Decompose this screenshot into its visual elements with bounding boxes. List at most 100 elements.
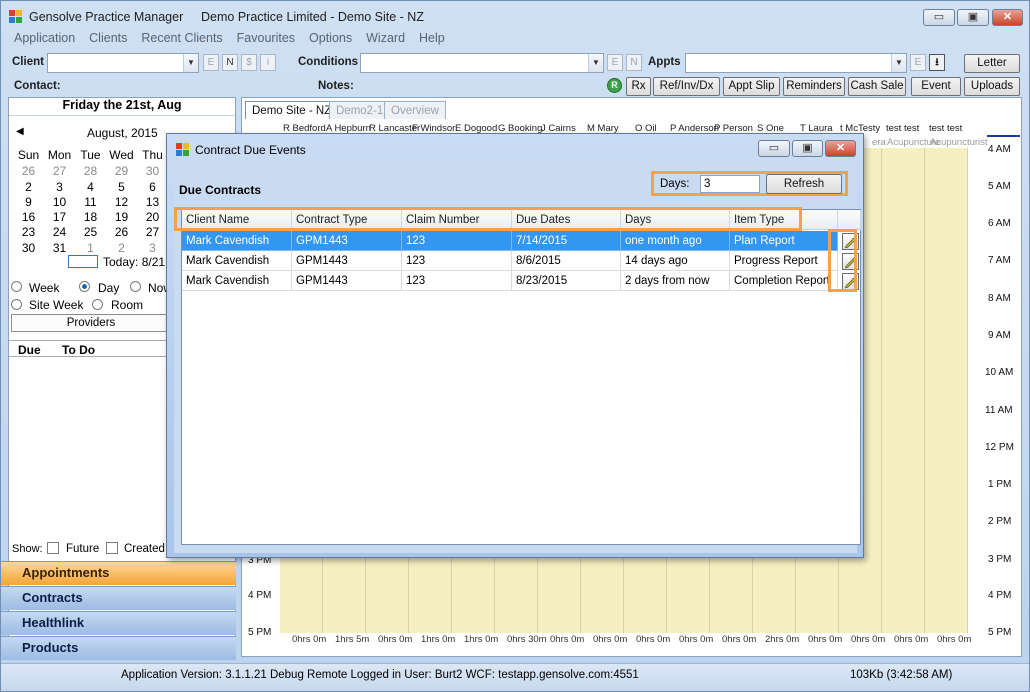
menu-wizard[interactable]: Wizard [359,31,412,47]
tab-demo-site-nz[interactable]: Demo Site - NZ [245,101,339,119]
calendar-day[interactable]: 1 [75,241,106,256]
client-e-button[interactable]: E [203,54,219,71]
menu-recent-clients[interactable]: Recent Clients [134,31,229,47]
menu-help[interactable]: Help [412,31,452,47]
calendar-day[interactable]: 2 [106,241,137,256]
close-button[interactable]: ✕ [992,9,1023,26]
rx-button[interactable]: Rx [626,77,651,96]
calendar-day[interactable]: 27 [137,225,168,240]
chevron-down-icon[interactable]: ▼ [183,54,198,72]
conditions-e-button[interactable]: E [607,54,623,71]
column-contract-type[interactable]: Contract Type [292,210,402,230]
client-n-button[interactable]: N [222,54,238,71]
radio-now[interactable] [130,281,141,292]
calendar-day[interactable]: 6 [137,180,168,195]
column-client-name[interactable]: Client Name [182,210,292,230]
table-row[interactable]: Mark Cavendish GPM1443 123 7/14/2015 one… [182,231,838,251]
nav-products[interactable]: Products [1,636,236,660]
column-due-dates[interactable]: Due Dates [512,210,621,230]
calendar-day[interactable]: 30 [137,164,168,179]
provider-header[interactable]: test test [929,123,962,134]
cash-sale-button[interactable]: Cash Sale [848,77,906,96]
calendar-day[interactable]: 24 [44,225,75,240]
calendar-day[interactable]: 12 [106,195,137,210]
calendar-day[interactable]: 17 [44,210,75,225]
prev-month-icon[interactable]: ◀ [16,126,24,137]
calendar-day[interactable]: 13 [137,195,168,210]
calendar-day[interactable]: 10 [44,195,75,210]
dialog-restore-button[interactable]: ▣ [792,140,823,157]
created-checkbox[interactable] [106,542,118,554]
chevron-down-icon[interactable]: ▼ [588,54,603,72]
conditions-combo[interactable]: ▼ [360,53,604,73]
calendar-day[interactable]: 26 [106,225,137,240]
restore-button[interactable]: ▣ [957,9,989,26]
download-icon[interactable]: ⭳ [929,54,945,71]
appts-combo[interactable]: ▼ [685,53,907,73]
column-days[interactable]: Days [621,210,730,230]
todo-column-header[interactable]: To Do [62,343,95,357]
appts-e-button[interactable]: E [910,54,926,71]
nav-healthlink[interactable]: Healthlink [1,611,236,635]
providers-button[interactable]: Providers [11,314,171,332]
appt-slip-button[interactable]: Appt Slip [723,77,780,96]
radio-room[interactable] [92,299,103,310]
calendar-day[interactable]: 5 [106,180,137,195]
calendar-day[interactable]: 16 [13,210,44,225]
calendar-day[interactable]: 11 [75,195,106,210]
today-link[interactable]: Today: 8/21 [103,255,165,269]
calendar-day[interactable]: 27 [44,164,75,179]
days-input[interactable] [700,175,760,193]
table-row[interactable]: Mark Cavendish GPM1443 123 8/23/2015 2 d… [182,271,838,291]
chevron-down-icon[interactable]: ▼ [891,54,906,72]
uploads-button[interactable]: Uploads [964,77,1020,96]
calendar-day[interactable]: 9 [13,195,44,210]
conditions-n-button[interactable]: N [626,54,642,71]
radio-week[interactable] [11,281,22,292]
client-info-button[interactable]: i [260,54,276,71]
reminders-button[interactable]: Reminders [783,77,845,96]
calendar-day[interactable]: 20 [137,210,168,225]
provider-header[interactable]: test test [886,123,919,134]
tab-overview[interactable]: Overview [384,101,446,119]
column-item-type[interactable]: Item Type [730,210,838,230]
ref-inv-dx-button[interactable]: Ref/Inv/Dx [653,77,720,96]
client-dollar-button[interactable]: $ [241,54,257,71]
r-status-icon[interactable]: R [607,78,622,93]
calendar-day[interactable]: 29 [106,164,137,179]
menu-favourites[interactable]: Favourites [230,31,302,47]
calendar-day[interactable]: 3 [137,241,168,256]
minimize-button[interactable]: ▭ [923,9,955,26]
calendar-day[interactable]: 19 [106,210,137,225]
radio-site-week[interactable] [11,299,22,310]
calendar-day[interactable]: 3 [44,180,75,195]
refresh-button[interactable]: Refresh [766,174,842,194]
tab-demo2-1[interactable]: Demo2-1 [329,101,391,119]
calendar-day[interactable]: 25 [75,225,106,240]
nav-appointments[interactable]: Appointments [1,561,236,585]
menu-application[interactable]: Application [7,31,82,47]
event-button[interactable]: Event [911,77,961,96]
letter-button[interactable]: Letter [964,54,1020,73]
calendar-day[interactable]: 18 [75,210,106,225]
calendar-day[interactable]: 30 [13,241,44,256]
calendar-day[interactable]: 2 [13,180,44,195]
dialog-close-button[interactable]: ✕ [825,140,856,157]
calendar-day[interactable]: 31 [44,241,75,256]
radio-day[interactable] [79,281,90,292]
future-checkbox[interactable] [47,542,59,554]
nav-contracts[interactable]: Contracts [1,586,236,610]
calendar-day[interactable]: 4 [75,180,106,195]
edit-report-button[interactable] [842,273,859,290]
edit-report-button[interactable] [842,253,859,270]
menu-options[interactable]: Options [302,31,359,47]
menu-clients[interactable]: Clients [82,31,134,47]
calendar-day[interactable]: 28 [75,164,106,179]
calendar-day[interactable]: 26 [13,164,44,179]
table-row[interactable]: Mark Cavendish GPM1443 123 8/6/2015 14 d… [182,251,838,271]
column-claim-number[interactable]: Claim Number [402,210,512,230]
client-combo[interactable]: ▼ [47,53,199,73]
due-column-header[interactable]: Due [18,343,41,357]
edit-report-button[interactable] [842,233,859,250]
dialog-minimize-button[interactable]: ▭ [758,140,790,157]
